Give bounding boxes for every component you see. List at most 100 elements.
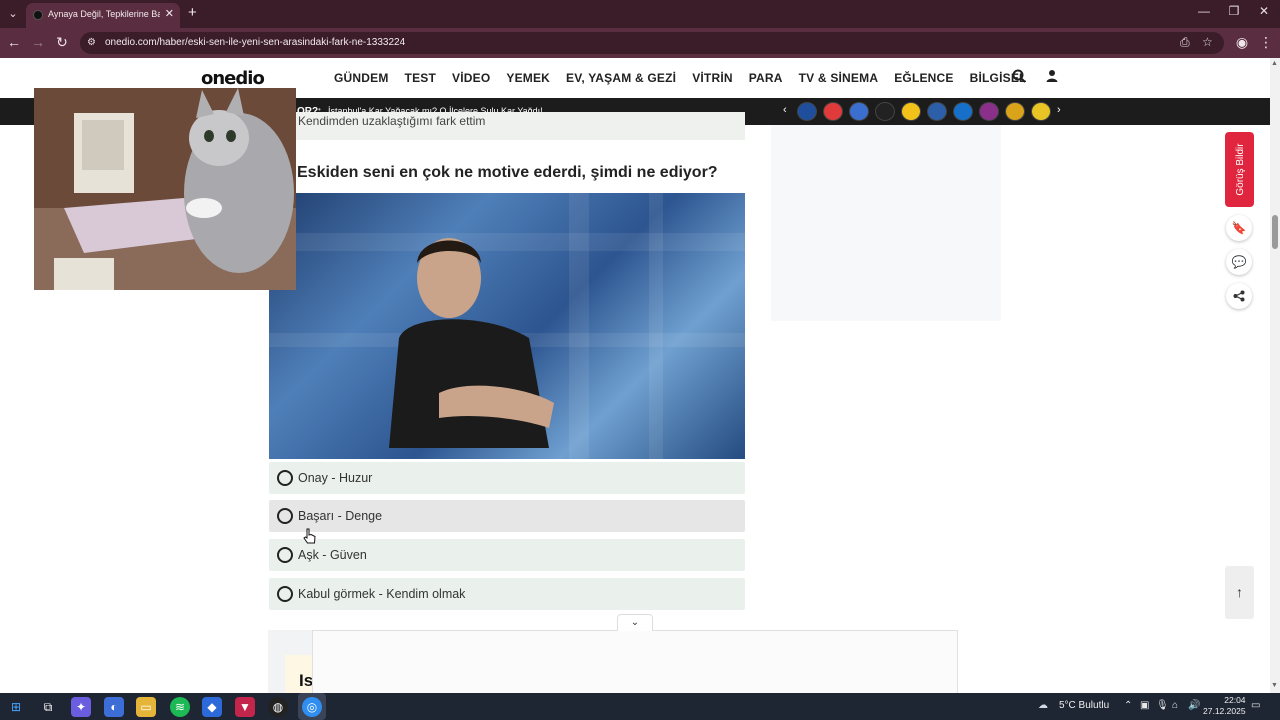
partner-logo-1[interactable]	[797, 102, 817, 121]
main-menu: GÜNDEM TEST VİDEO YEMEK EV, YAŞAM & GEZİ…	[334, 71, 1027, 85]
microphone-icon[interactable]: 🎙	[1156, 700, 1169, 711]
tray-app-icon[interactable]: ▣	[1140, 700, 1149, 711]
radio-circle-icon[interactable]	[277, 547, 293, 563]
chrome-icon[interactable]: ◎	[302, 697, 322, 717]
vscode-icon[interactable]: ◆	[202, 697, 222, 717]
app-icon[interactable]: ▼	[235, 697, 255, 717]
close-window-icon[interactable]: ✕	[1254, 4, 1274, 18]
partner-logo-8[interactable]	[979, 102, 999, 121]
answer-option-3[interactable]: Aşk - Güven	[269, 539, 745, 571]
volume-icon[interactable]: 🔊	[1188, 700, 1200, 711]
ad-collapse-chevron-down-icon[interactable]: ⌄	[617, 614, 653, 631]
url-text: onedio.com/haber/eski-sen-ile-yeni-sen-a…	[105, 37, 406, 48]
task-view-icon[interactable]: ⧉	[38, 697, 58, 717]
tab-close-icon[interactable]: ✕	[165, 7, 174, 20]
feedback-label: Görüş Bildir	[1235, 143, 1246, 196]
answer-option-1[interactable]: Onay - Huzur	[269, 462, 745, 494]
windows-taskbar: ⊞ ⧉ ✦ ◐ ▭ ≋ ◆ ▼ ◍ ◎ ☁ 5°C Bulutlu ⌃ ▣ 🎙 …	[0, 693, 1280, 720]
menu-item-ev-yasam-gezi[interactable]: EV, YAŞAM & GEZİ	[566, 71, 676, 85]
site-info-icon[interactable]: ⚙	[87, 37, 96, 48]
back-to-top-arrow-up-icon[interactable]: ↑	[1225, 566, 1254, 619]
partner-logo-6[interactable]	[927, 102, 947, 121]
notification-icon[interactable]: ▭	[1251, 700, 1260, 711]
scrollbar-thumb[interactable]	[1272, 215, 1278, 249]
browser-app-icon[interactable]: ◐	[104, 697, 124, 717]
forward-arrow-right-icon[interactable]: →	[29, 34, 47, 50]
user-icon[interactable]	[1045, 69, 1059, 86]
menu-item-tv-sinema[interactable]: TV & SİNEMA	[799, 71, 879, 85]
menu-item-para[interactable]: PARA	[749, 71, 783, 85]
clock-date: 27.12.2025	[1203, 706, 1246, 716]
kebab-menu-icon[interactable]: ⋮	[1257, 34, 1275, 51]
radio-circle-icon[interactable]	[277, 508, 293, 524]
ticker-next-chevron-right-icon[interactable]: ›	[1057, 104, 1061, 116]
search-icon[interactable]	[1012, 69, 1026, 86]
copilot-icon[interactable]: ✦	[71, 697, 91, 717]
install-app-icon[interactable]: ⎙	[1180, 35, 1190, 50]
tab-list-chevron-down-icon[interactable]: ⌄	[4, 5, 22, 23]
radio-circle-icon[interactable]	[277, 470, 293, 486]
menu-item-eglence[interactable]: EĞLENCE	[894, 71, 953, 85]
answer-option-4[interactable]: Kabul görmek - Kendim olmak	[269, 578, 745, 610]
hand-cursor-icon	[303, 528, 316, 544]
partner-logo-5[interactable]	[901, 102, 921, 121]
browser-tab[interactable]: Aynaya Değil, Tepkilerine Bakın... ✕	[26, 3, 180, 28]
page-scrollbar[interactable]: ▲ ▼	[1270, 58, 1280, 693]
answer-option-label: Onay - Huzur	[298, 471, 373, 485]
sidebar-ad-slot	[771, 125, 1001, 321]
minimize-icon[interactable]: —	[1194, 4, 1214, 18]
answer-option-label: Kabul görmek - Kendim olmak	[298, 587, 466, 601]
bookmark-icon[interactable]: 🔖	[1226, 215, 1252, 241]
file-explorer-icon[interactable]: ▭	[136, 697, 156, 717]
cloud-icon: ☁	[1038, 700, 1048, 711]
radio-circle-icon[interactable]	[277, 586, 293, 602]
menu-item-vitrin[interactable]: VİTRİN	[692, 71, 733, 85]
bookmark-star-icon[interactable]: ☆	[1202, 35, 1213, 49]
previous-answer-label: Kendimden uzaklaştığımı fark ettim	[298, 114, 486, 128]
partner-logo-10[interactable]	[1031, 102, 1051, 121]
profile-icon[interactable]: ◉	[1233, 34, 1251, 51]
spotify-icon[interactable]: ≋	[170, 697, 190, 717]
network-icon[interactable]: ⌂	[1172, 700, 1178, 711]
question-title: Eskiden seni en çok ne motive ederdi, şi…	[297, 164, 718, 181]
share-icon[interactable]	[1226, 283, 1252, 309]
partner-logo-4[interactable]	[875, 102, 895, 121]
github-icon[interactable]: ◍	[268, 697, 288, 717]
partner-logos	[797, 102, 1051, 121]
comments-icon[interactable]: 💬	[1226, 249, 1252, 275]
tab-title: Aynaya Değil, Tepkilerine Bakın...	[48, 9, 160, 19]
partner-logo-7[interactable]	[953, 102, 973, 121]
restore-icon[interactable]: ❐	[1224, 4, 1244, 18]
partner-logo-9[interactable]	[1005, 102, 1025, 121]
person-in-bed-illustration	[389, 238, 554, 448]
taskbar-clock[interactable]: 22:04 27.12.2025	[1203, 695, 1246, 717]
url-input[interactable]: ⚙ onedio.com/haber/eski-sen-ile-yeni-sen…	[80, 32, 1224, 54]
back-arrow-left-icon[interactable]: ←	[5, 34, 23, 50]
menu-item-test[interactable]: TEST	[405, 71, 436, 85]
menu-item-gundem[interactable]: GÜNDEM	[334, 71, 389, 85]
tray-chevron-up-icon[interactable]: ⌃	[1124, 700, 1132, 711]
clock-time: 22:04	[1224, 695, 1246, 705]
feedback-button[interactable]: Görüş Bildir	[1225, 132, 1254, 207]
scroll-up-icon[interactable]: ▲	[1271, 60, 1278, 67]
new-tab-button[interactable]: +	[188, 4, 197, 21]
next-section-peek: Is	[285, 655, 313, 693]
weather-text[interactable]: 5°C Bulutlu	[1059, 700, 1109, 711]
partner-logo-2[interactable]	[823, 102, 843, 121]
sticky-ad-frame	[312, 630, 958, 693]
answer-option-2[interactable]: Başarı - Denge	[269, 500, 745, 532]
browser-tab-bar: ⌄ Aynaya Değil, Tepkilerine Bakın... ✕ +…	[0, 0, 1280, 28]
reload-icon[interactable]: ↻	[53, 34, 71, 51]
picture-in-picture-video[interactable]	[34, 88, 296, 290]
menu-item-yemek[interactable]: YEMEK	[506, 71, 550, 85]
start-windows-icon[interactable]: ⊞	[6, 697, 26, 717]
site-logo[interactable]: onedio	[201, 68, 265, 89]
partner-logo-3[interactable]	[849, 102, 869, 121]
question-image	[269, 193, 745, 459]
previous-answer-option[interactable]: Kendimden uzaklaştığımı fark ettim	[269, 112, 745, 140]
ticker-prev-chevron-left-icon[interactable]: ‹	[783, 104, 787, 116]
menu-item-video[interactable]: VİDEO	[452, 71, 490, 85]
answer-option-label: Başarı - Denge	[298, 509, 383, 523]
scroll-down-icon[interactable]: ▼	[1271, 682, 1278, 689]
address-bar-row: ← → ↻ ⚙ onedio.com/haber/eski-sen-ile-ye…	[0, 28, 1280, 58]
